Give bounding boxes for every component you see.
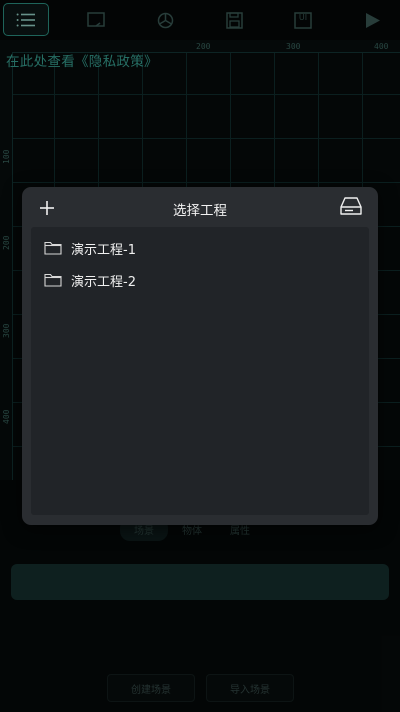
list-item-project-1[interactable]: 演示工程-1 <box>31 232 369 264</box>
dialog-header: 选择工程 <box>22 187 378 227</box>
storage-button[interactable] <box>340 196 366 220</box>
folder-icon <box>44 273 62 287</box>
project-label: 演示工程-1 <box>71 242 136 258</box>
project-label: 演示工程-2 <box>71 274 136 290</box>
folder-icon <box>44 241 62 255</box>
select-project-dialog: 选择工程 演示工程-1 演示工程-2 <box>22 187 378 525</box>
list-item-project-2[interactable]: 演示工程-2 <box>31 264 369 296</box>
project-list: 演示工程-1 演示工程-2 <box>31 227 369 515</box>
drive-icon <box>340 197 362 215</box>
dialog-title: 选择工程 <box>173 203 227 219</box>
